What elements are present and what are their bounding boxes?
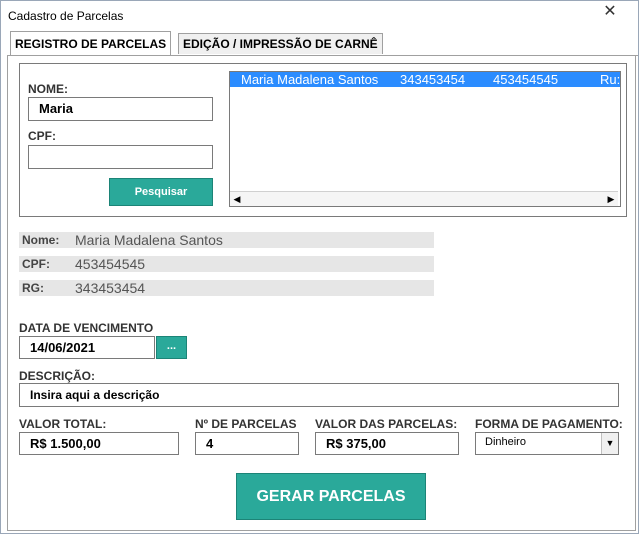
tab-edicao-impressao-de-carne[interactable]: EDIÇÃO / IMPRESSÃO DE CARNÊ <box>178 33 383 54</box>
total-label: VALOR TOTAL: <box>19 417 107 431</box>
client-rg-value: 343453454 <box>75 280 146 296</box>
scroll-right-icon[interactable]: ▶ <box>604 192 618 206</box>
name-input[interactable]: Maria <box>28 97 213 121</box>
client-cpf-row: CPF: 453454545 <box>19 256 434 272</box>
client-name-row: Nome: Maria Madalena Santos <box>19 232 434 248</box>
description-label: DESCRIÇÃO: <box>19 369 96 383</box>
date-picker-button[interactable]: ... <box>156 336 187 359</box>
app-window: Cadastro de Parcelas ✕ REGISTRO DE PARCE… <box>0 0 639 534</box>
payment-method-value: Dinheiro <box>485 436 526 448</box>
search-results-list[interactable]: Maria Madalena Santos 343453454 45345454… <box>229 71 621 207</box>
tab-content: NOME: Maria CPF: Pesquisar Maria Madalen… <box>7 56 636 531</box>
search-frame: NOME: Maria CPF: Pesquisar Maria Madalen… <box>19 63 627 217</box>
list-item-name: Maria Madalena Santos <box>241 72 379 87</box>
installment-value-input[interactable]: R$ 375,00 <box>315 432 459 455</box>
client-rg-label: RG: <box>22 281 44 295</box>
client-cpf-value: 453454545 <box>75 256 146 272</box>
chevron-down-icon[interactable]: ▼ <box>601 433 618 454</box>
client-name-label: Nome: <box>22 233 60 247</box>
list-item-address: Ru: <box>600 72 621 87</box>
search-button[interactable]: Pesquisar <box>109 178 213 206</box>
payment-label: FORMA DE PAGAMENTO: <box>475 417 623 431</box>
client-cpf-label: CPF: <box>22 257 50 271</box>
close-icon[interactable]: ✕ <box>590 3 630 21</box>
installments-label: Nº DE PARCELAS <box>195 417 297 431</box>
list-item[interactable]: Maria Madalena Santos 343453454 45345454… <box>230 72 620 87</box>
generate-installments-button[interactable]: GERAR PARCELAS <box>236 473 426 520</box>
title-bar: Cadastro de Parcelas ✕ <box>1 1 638 29</box>
cpf-input[interactable] <box>28 145 213 169</box>
name-label: NOME: <box>28 82 68 96</box>
tab-strip: REGISTRO DE PARCELAS EDIÇÃO / IMPRESSÃO … <box>7 31 638 56</box>
tab-registro-de-parcelas[interactable]: REGISTRO DE PARCELAS <box>10 31 172 55</box>
horizontal-scrollbar[interactable]: ◀ ▶ <box>230 191 618 206</box>
total-input[interactable]: R$ 1.500,00 <box>19 432 179 455</box>
due-date-input[interactable]: 14/06/2021 <box>19 336 155 359</box>
payment-method-select[interactable]: Dinheiro ▼ <box>475 432 619 455</box>
installment-value-label: VALOR DAS PARCELAS: <box>315 417 458 431</box>
window-title: Cadastro de Parcelas <box>8 9 124 23</box>
list-item-cpf: 453454545 <box>493 72 559 87</box>
client-name-value: Maria Madalena Santos <box>75 232 223 248</box>
scroll-left-icon[interactable]: ◀ <box>230 192 244 206</box>
installments-input[interactable]: 4 <box>195 432 299 455</box>
description-input[interactable]: Insira aqui a descrição <box>19 383 619 407</box>
due-date-label: DATA DE VENCIMENTO <box>19 321 154 335</box>
list-item-rg: 343453454 <box>400 72 466 87</box>
client-rg-row: RG: 343453454 <box>19 280 434 296</box>
cpf-label: CPF: <box>28 129 56 143</box>
